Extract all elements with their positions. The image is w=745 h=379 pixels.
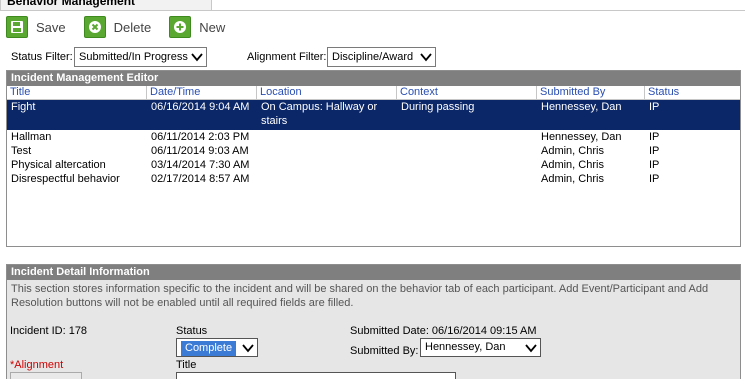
cell-location xyxy=(257,172,397,186)
status-value: Complete xyxy=(181,341,237,356)
cell-location xyxy=(257,130,397,144)
cell-location xyxy=(257,144,397,158)
column-header-submitted-by[interactable]: Submitted By xyxy=(537,86,645,99)
grid-header: Title Date/Time Location Context Submitt… xyxy=(7,86,740,100)
table-row[interactable]: Test 06/11/2014 9:03 AM Admin, Chris IP xyxy=(7,144,740,158)
cell-status: IP xyxy=(649,101,660,113)
status-filter-select[interactable]: Submitted/In Progress xyxy=(74,47,207,67)
cell-context: During passing xyxy=(401,101,475,113)
save-icon xyxy=(6,16,28,38)
alignment-filter-label: Alignment Filter: xyxy=(247,51,327,63)
cell-submitted-by: Admin, Chris xyxy=(541,145,604,157)
column-header-status[interactable]: Status xyxy=(645,86,740,99)
cell-context xyxy=(397,158,537,172)
cell-submitted-by: Admin, Chris xyxy=(541,173,604,185)
cell-title: Physical altercation xyxy=(11,159,106,171)
incident-id-label: Incident ID: 178 xyxy=(10,325,88,337)
cell-status: IP xyxy=(649,173,660,185)
add-icon xyxy=(169,16,192,38)
chevron-down-icon xyxy=(242,344,254,353)
cell-datetime: 02/17/2014 8:57 AM xyxy=(151,173,250,185)
alignment-label-text: Alignment xyxy=(14,359,64,371)
incident-detail-description: This section stores information specific… xyxy=(11,283,709,309)
cell-location xyxy=(257,158,397,172)
incident-detail-panel: Incident Detail Information This section… xyxy=(6,264,741,379)
alignment-label: *Alignment xyxy=(10,359,63,371)
delete-icon xyxy=(83,16,106,38)
cell-submitted-by: Hennessey, Dan xyxy=(541,131,622,143)
cell-status: IP xyxy=(649,145,660,157)
alignment-filter-select[interactable]: Discipline/Award xyxy=(327,47,436,67)
table-row[interactable]: Fight 06/16/2014 9:04 AM On Campus: Hall… xyxy=(7,100,740,130)
cell-status: IP xyxy=(649,131,660,143)
cell-context xyxy=(397,130,537,144)
new-button[interactable]: New xyxy=(169,16,225,38)
toolbar: Save Delete New xyxy=(6,14,243,40)
tab-behavior-management[interactable]: Behavior Management xyxy=(0,0,212,11)
alignment-filter-value: Discipline/Award xyxy=(332,51,414,63)
column-header-title[interactable]: Title xyxy=(7,86,147,99)
title-label: Title xyxy=(176,359,197,371)
table-row[interactable]: Disrespectful behavior 02/17/2014 8:57 A… xyxy=(7,172,740,186)
cell-location: On Campus: Hallway or stairs xyxy=(261,101,378,127)
column-header-location[interactable]: Location xyxy=(257,86,397,99)
new-label: New xyxy=(199,19,226,35)
save-button[interactable]: Save xyxy=(6,16,66,38)
cell-submitted-by: Hennessey, Dan xyxy=(541,101,622,113)
title-input[interactable] xyxy=(176,372,456,379)
status-filter-value: Submitted/In Progress xyxy=(79,51,188,63)
table-row[interactable]: Physical altercation 03/14/2014 7:30 AM … xyxy=(7,158,740,172)
cell-context xyxy=(397,172,537,186)
cell-title: Test xyxy=(11,145,32,157)
chevron-down-icon xyxy=(420,53,432,62)
delete-button[interactable]: Delete xyxy=(83,16,152,38)
status-label: Status xyxy=(176,325,208,337)
submitted-by-value: Hennessey, Dan xyxy=(425,341,506,353)
submitted-by-label: Submitted By: xyxy=(350,345,419,357)
cell-datetime: 06/16/2014 9:04 AM xyxy=(151,101,250,113)
submitted-date-label: Submitted Date: 06/16/2014 09:15 AM xyxy=(350,325,537,337)
cell-status: IP xyxy=(649,159,660,171)
table-row[interactable]: Hallman 06/11/2014 2:03 PM Hennessey, Da… xyxy=(7,130,740,144)
incident-detail-title: Incident Detail Information xyxy=(7,265,740,280)
delete-label: Delete xyxy=(113,19,152,35)
cell-submitted-by: Admin, Chris xyxy=(541,159,604,171)
incident-editor-panel: Incident Management Editor Title Date/Ti… xyxy=(6,70,741,247)
column-header-context[interactable]: Context xyxy=(397,86,537,99)
incident-editor-title: Incident Management Editor xyxy=(7,71,740,86)
cell-datetime: 06/11/2014 9:03 AM xyxy=(151,145,249,157)
filter-bar: Status Filter: Submitted/In Progress Ali… xyxy=(11,47,741,68)
tab-strip: Behavior Management xyxy=(0,0,745,12)
submitted-by-select[interactable]: Hennessey, Dan xyxy=(420,338,541,357)
cell-context xyxy=(397,144,537,158)
grid-body: Fight 06/16/2014 9:04 AM On Campus: Hall… xyxy=(7,100,740,186)
chevron-down-icon xyxy=(525,344,537,353)
chevron-down-icon xyxy=(191,53,203,62)
status-select[interactable]: Complete xyxy=(176,338,258,357)
save-label: Save xyxy=(36,19,66,35)
cell-datetime: 03/14/2014 7:30 AM xyxy=(151,159,250,171)
status-filter-label: Status Filter: xyxy=(11,51,73,63)
tab-strip-line xyxy=(212,10,745,11)
cell-title: Hallman xyxy=(11,131,52,143)
alignment-select[interactable] xyxy=(10,372,82,379)
cell-title: Fight xyxy=(11,101,36,113)
cell-title: Disrespectful behavior xyxy=(11,173,120,185)
column-header-datetime[interactable]: Date/Time xyxy=(147,86,257,99)
cell-datetime: 06/11/2014 2:03 PM xyxy=(151,131,250,143)
